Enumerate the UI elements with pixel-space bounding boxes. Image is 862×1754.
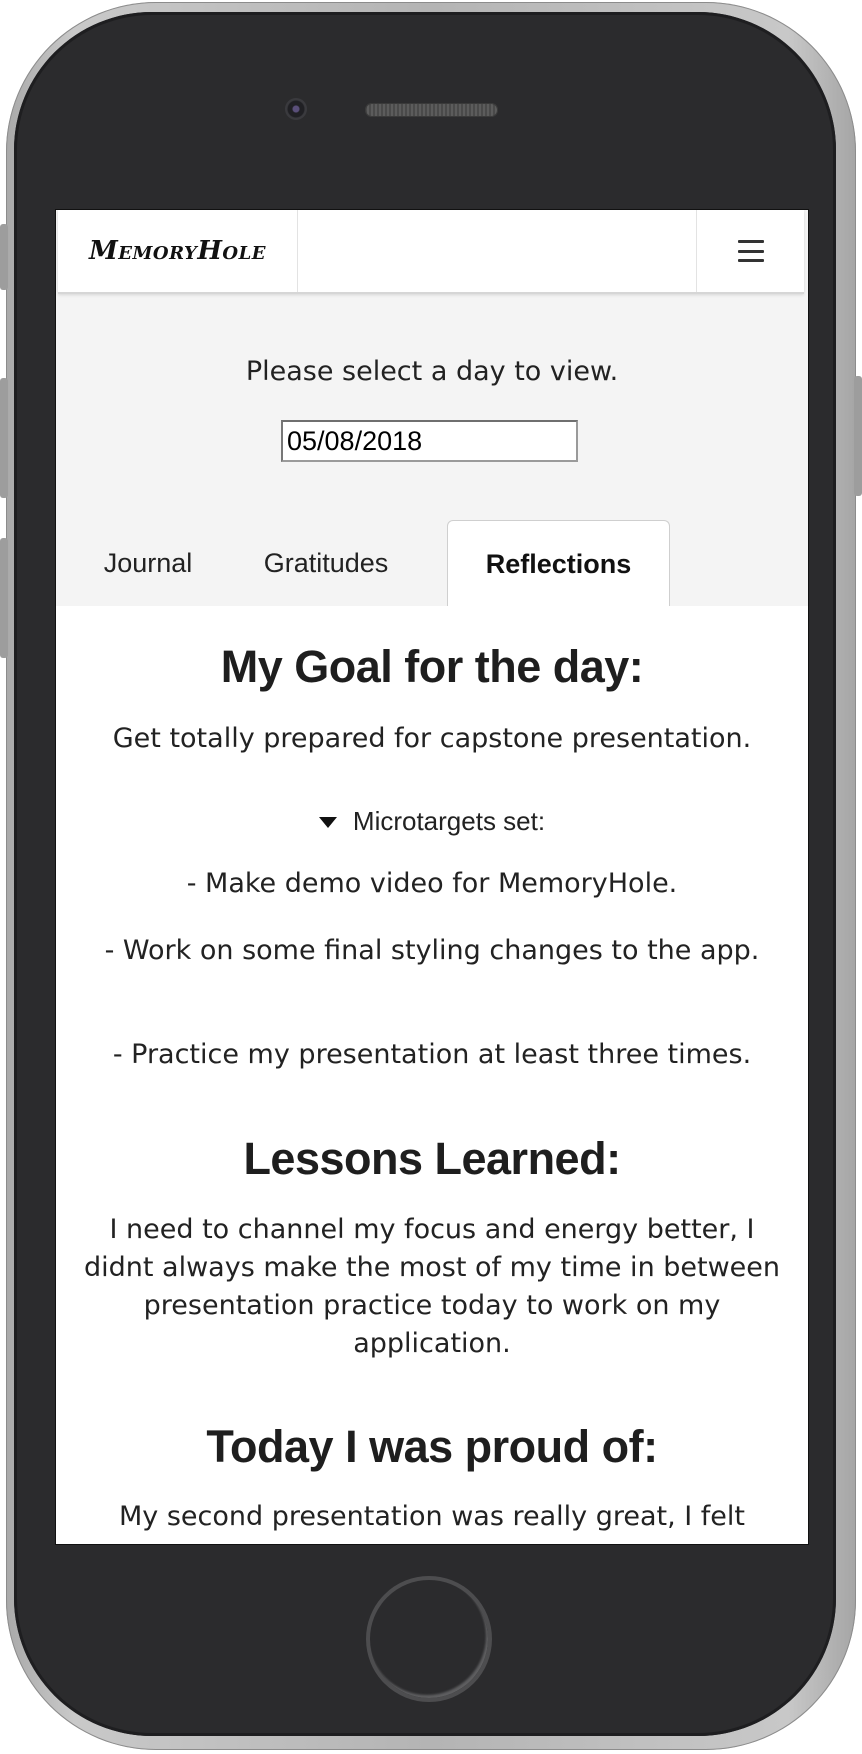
- date-prompt: Please select a day to view.: [245, 356, 619, 387]
- goal-heading: My Goal for the day:: [220, 641, 644, 692]
- navbar: MemoryHole: [58, 210, 804, 294]
- earpiece-speaker: [365, 103, 498, 117]
- lessons-heading: Lessons Learned:: [243, 1133, 621, 1184]
- microtargets-label: Microtargets set:: [352, 805, 546, 836]
- proud-text: My second presentation was really great,…: [118, 1501, 746, 1532]
- home-button[interactable]: [366, 1576, 492, 1702]
- tab-gratitudes[interactable]: Gratitudes: [246, 520, 406, 606]
- tab-journal[interactable]: Journal: [82, 520, 214, 606]
- navbar-spacer: [298, 210, 696, 292]
- reflections-panel: My Goal for the day: Get totally prepare…: [56, 606, 808, 1544]
- tab-bar: Journal Gratitudes Reflections: [56, 520, 808, 608]
- lessons-text: I need to channel my focus and energy be…: [83, 1214, 781, 1359]
- brand-logo[interactable]: MemoryHole: [58, 210, 298, 292]
- microtarget-item: - Work on some final styling changes to …: [104, 935, 760, 966]
- date-input[interactable]: [281, 420, 578, 462]
- app-screen: MemoryHole Please select a day to view. …: [55, 209, 809, 1545]
- caret-down-icon: [318, 816, 337, 828]
- volume-down-button: [0, 538, 8, 658]
- volume-up-button: [0, 378, 8, 498]
- microtarget-item: - Make demo video for MemoryHole.: [186, 868, 678, 899]
- microtarget-item: - Practice my presentation at least thre…: [112, 1039, 752, 1070]
- tab-reflections[interactable]: Reflections: [447, 520, 670, 608]
- front-camera: [285, 98, 307, 120]
- goal-text: Get totally prepared for capstone presen…: [112, 723, 752, 754]
- hamburger-icon: [737, 240, 764, 262]
- microtargets-toggle[interactable]: Microtargets set:: [56, 804, 808, 838]
- power-button: [854, 376, 862, 496]
- menu-toggle-button[interactable]: [696, 210, 804, 292]
- proud-heading: Today I was proud of:: [206, 1421, 658, 1472]
- mute-switch: [0, 224, 8, 290]
